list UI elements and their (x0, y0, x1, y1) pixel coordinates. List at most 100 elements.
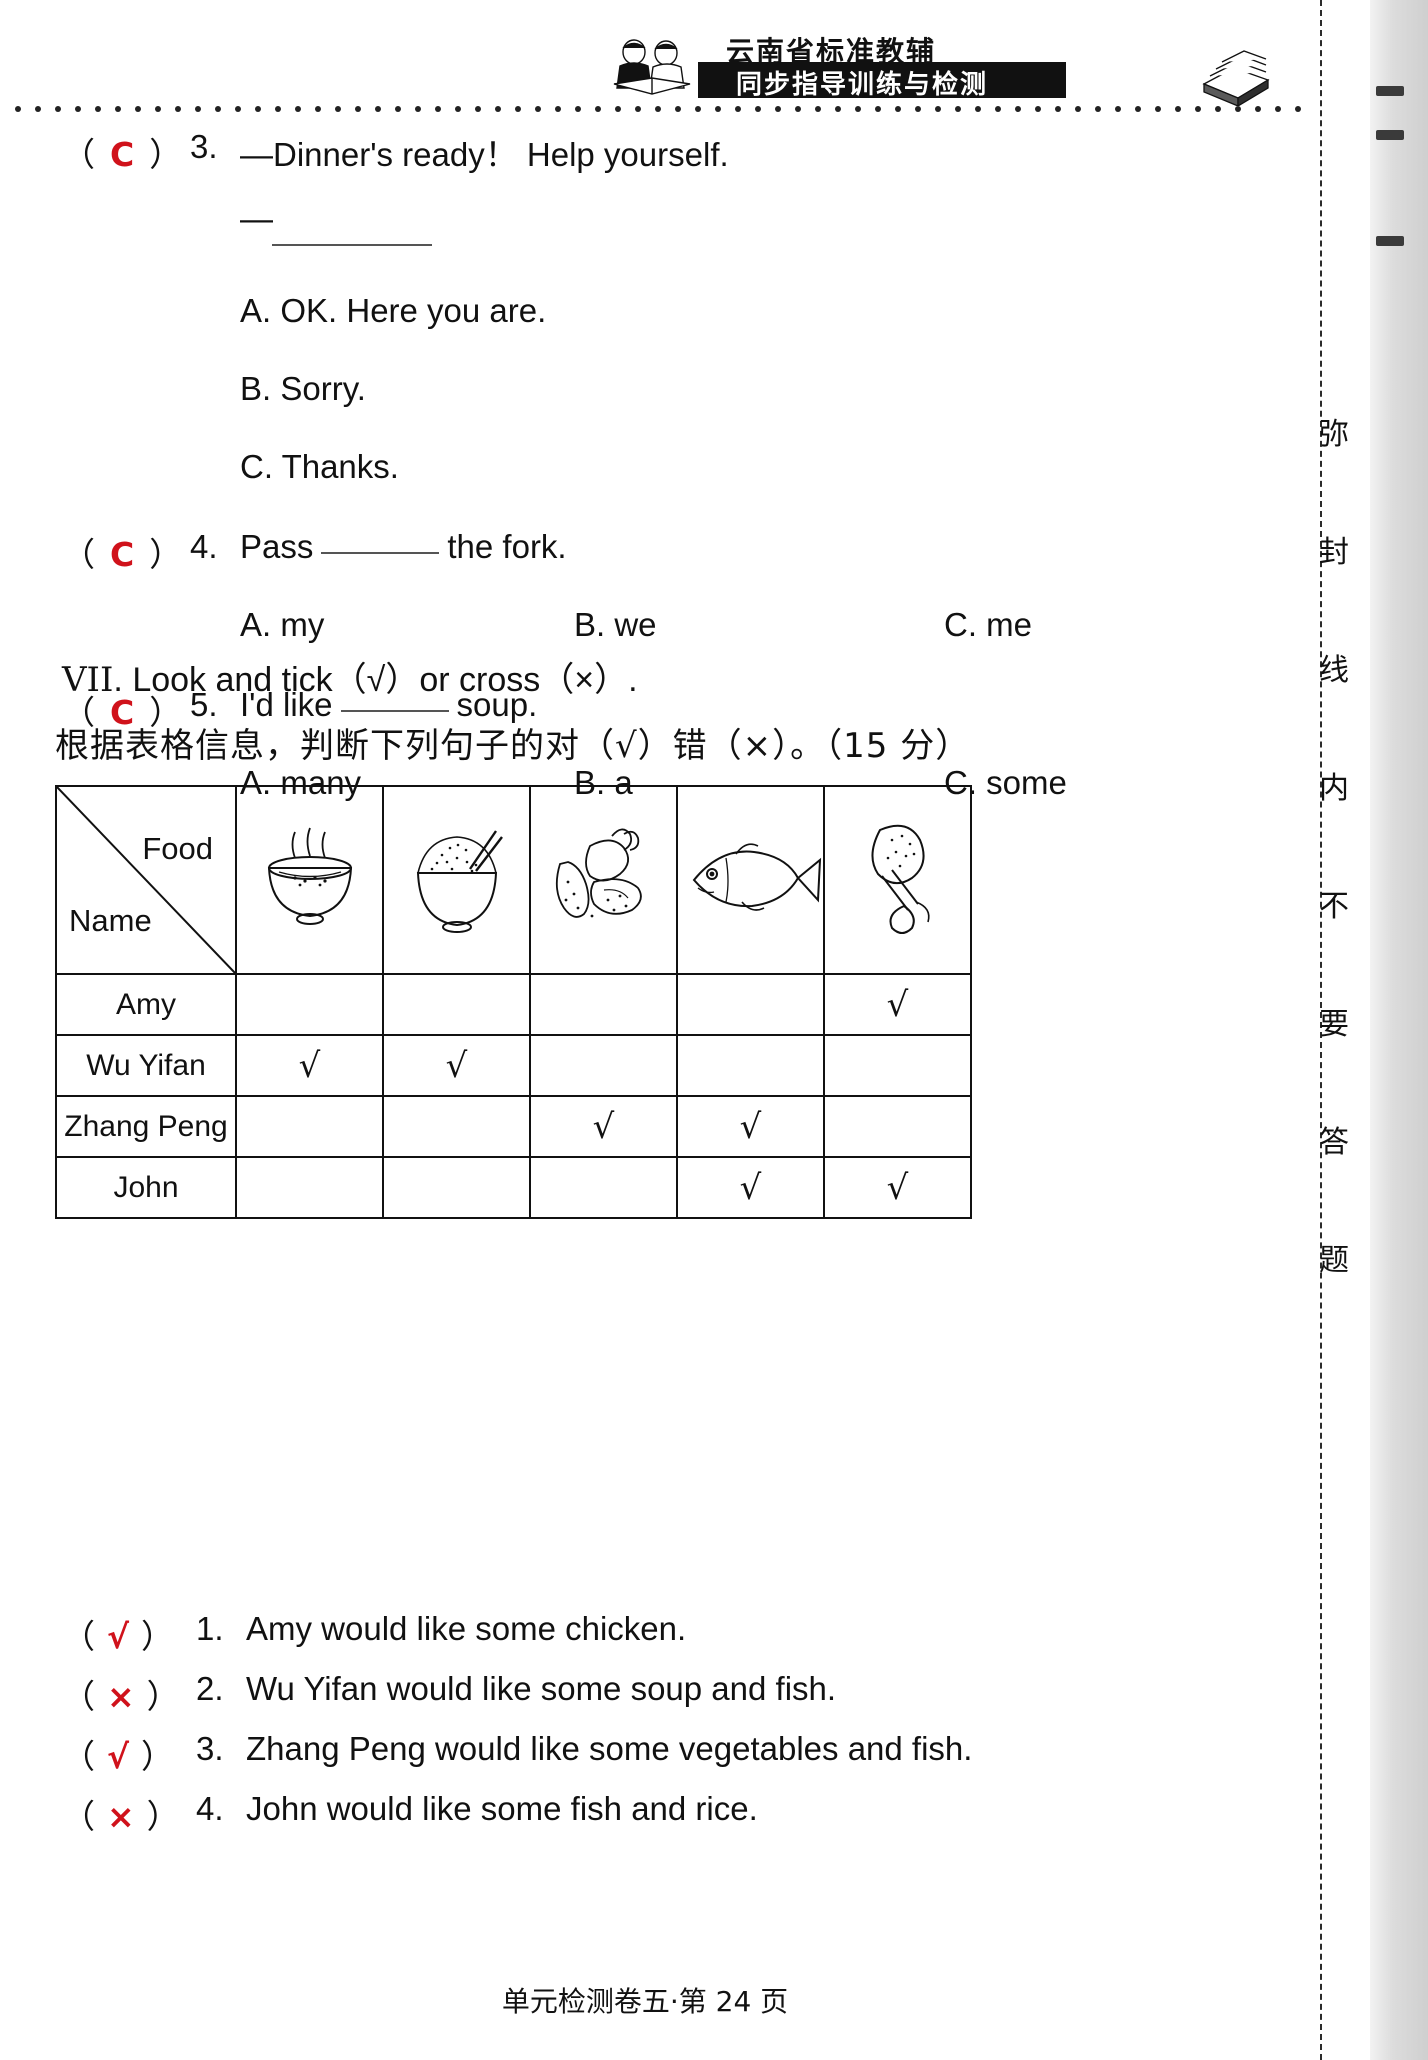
tf-mark-2: × (107, 1677, 135, 1716)
tf-number-4: 4. (196, 1790, 224, 1827)
option-4-b[interactable]: B. we (574, 606, 657, 644)
cell-amy-vegetables[interactable] (529, 973, 678, 1036)
column-header-chicken (823, 785, 972, 975)
corner-label-food: Food (142, 831, 213, 866)
tf-number-3: 3. (196, 1730, 224, 1767)
question-row-3: （C） 3. —Dinner's ready！ Help yourself. (0, 120, 1290, 200)
seal-char-4: 内 (1319, 771, 1349, 806)
option-3-c[interactable]: C. Thanks. (240, 448, 399, 486)
tf-number-1: 1. (196, 1610, 224, 1647)
tick-mark: √ (886, 1167, 909, 1208)
tf-bracket-1[interactable]: （√） (62, 1610, 174, 1658)
row-name-zhang-peng: Zhang Peng (55, 1095, 237, 1158)
answer-letter-4: C (110, 535, 136, 574)
cell-wuyifan-fish[interactable] (676, 1034, 825, 1097)
row-name-john: John (55, 1156, 237, 1219)
tf-mark-1: √ (107, 1617, 130, 1656)
book-stack-icon (1202, 50, 1270, 106)
tf-statement-2: Wu Yifan would like some soup and fish. (246, 1670, 837, 1707)
question-row-4: （C） 4. Pass the fork. (0, 520, 1290, 600)
row-name-amy: Amy (55, 973, 237, 1036)
table-row: Amy √ (55, 973, 972, 1036)
cell-zhangpeng-fish[interactable]: √ (676, 1095, 825, 1158)
true-false-section: （√） 1. Amy would like some chicken. （×） … (0, 1610, 1290, 1850)
column-header-vegetables (529, 785, 678, 975)
table-header-row: Food Name (55, 785, 972, 975)
page-footer: 单元检测卷五·第 24 页 (501, 1985, 789, 2018)
question-3-response-line: — (0, 200, 1290, 286)
cell-wuyifan-soup[interactable]: √ (235, 1034, 384, 1097)
table-row: Zhang Peng √ √ (55, 1095, 972, 1158)
soup-icon (267, 827, 352, 925)
cell-john-chicken[interactable]: √ (823, 1156, 972, 1219)
answer-bracket-4[interactable]: （C） (62, 528, 183, 576)
question-stem-3: —Dinner's ready！ Help yourself. (240, 136, 729, 173)
seal-char-6: 要 (1319, 1007, 1349, 1042)
cell-john-fish[interactable]: √ (676, 1156, 825, 1219)
students-reading-illustration (613, 39, 691, 95)
fish-icon (692, 843, 821, 911)
tick-mark: √ (298, 1045, 321, 1086)
tf-statement-3: Zhang Peng would like some vegetables an… (246, 1730, 973, 1767)
table-row: John √ √ (55, 1156, 972, 1219)
cell-amy-soup[interactable] (235, 973, 384, 1036)
answer-blank-5[interactable] (340, 710, 449, 712)
answer-blank-3[interactable] (272, 244, 432, 246)
option-3-b[interactable]: B. Sorry. (240, 370, 366, 408)
section-heading-vii: VII. Look and tick（√）or cross（×）. (62, 652, 638, 701)
option-row-3a: A. OK. Here you are. (0, 286, 1290, 364)
seal-char-1: 弥 (1319, 417, 1349, 452)
cell-zhangpeng-rice[interactable] (382, 1095, 531, 1158)
answer-letter-3: C (110, 135, 136, 174)
seal-char-5: 不 (1319, 889, 1349, 924)
row-name-wu-yifan: Wu Yifan (55, 1034, 237, 1097)
option-3-a[interactable]: A. OK. Here you are. (240, 292, 546, 330)
option-4-a[interactable]: A. my (240, 606, 324, 644)
worksheet-page: 云南省标准教辅 同步指导训练与检测 （ C ） 3. —Dinner's rea… (0, 0, 1428, 2060)
seal-char-7: 答 (1319, 1125, 1349, 1160)
tf-row-4: （×） 4. John would like some fish and ric… (0, 1790, 1290, 1850)
section-heading-text: . Look and tick（√）or cross（×）. (113, 661, 638, 699)
section-instruction-chinese: 根据表格信息，判断下列句子的对（√）错（×）。（15 分） (55, 726, 971, 766)
cell-zhangpeng-vegetables[interactable]: √ (529, 1095, 678, 1158)
cell-wuyifan-vegetables[interactable] (529, 1034, 678, 1097)
answer-blank-4[interactable] (321, 552, 440, 554)
answer-bracket-3[interactable]: （C） (62, 128, 183, 176)
tick-mark: √ (739, 1167, 762, 1208)
column-header-soup (235, 785, 384, 975)
question-number-3: 3. (190, 128, 218, 165)
tick-mark: √ (592, 1106, 615, 1147)
tf-bracket-2[interactable]: （×） (62, 1670, 180, 1718)
question-stem-4: Pass the fork. (240, 528, 567, 566)
tf-row-2: （×） 2. Wu Yifan would like some soup and… (0, 1670, 1290, 1730)
tick-mark: √ (445, 1045, 468, 1086)
diagonal-divider-line (57, 787, 235, 973)
cell-zhangpeng-soup[interactable] (235, 1095, 384, 1158)
tf-mark-4: × (107, 1797, 135, 1836)
cell-john-rice[interactable] (382, 1156, 531, 1219)
cell-john-vegetables[interactable] (529, 1156, 678, 1219)
seal-char-8: 题 (1319, 1243, 1349, 1278)
tf-bracket-4[interactable]: （×） (62, 1790, 180, 1838)
tick-mark: √ (739, 1106, 762, 1147)
cell-amy-chicken[interactable]: √ (823, 973, 972, 1036)
stem-before-4: Pass (240, 528, 314, 565)
seal-char-2: 封 (1319, 535, 1349, 570)
tf-bracket-3[interactable]: （√） (62, 1730, 174, 1778)
section-roman-numeral: VII (62, 660, 114, 700)
page-header: 云南省标准教辅 同步指导训练与检测 (0, 0, 1428, 120)
cell-wuyifan-chicken[interactable] (823, 1034, 972, 1097)
rice-icon (416, 830, 503, 933)
cell-john-soup[interactable] (235, 1156, 384, 1219)
table-row: Wu Yifan √ √ (55, 1034, 972, 1097)
cell-amy-rice[interactable] (382, 973, 531, 1036)
cell-wuyifan-rice[interactable]: √ (382, 1034, 531, 1097)
option-row-3c: C. Thanks. (0, 442, 1290, 520)
series-title: 同步指导训练与检测 (736, 70, 989, 100)
chicken-icon (871, 824, 930, 934)
seal-characters: 弥 封 线 内 不 要 答 题 (1294, 420, 1374, 1364)
cell-zhangpeng-chicken[interactable] (823, 1095, 972, 1158)
seal-char-3: 线 (1319, 653, 1349, 688)
option-4-c[interactable]: C. me (944, 606, 1032, 644)
cell-amy-fish[interactable] (676, 973, 825, 1036)
